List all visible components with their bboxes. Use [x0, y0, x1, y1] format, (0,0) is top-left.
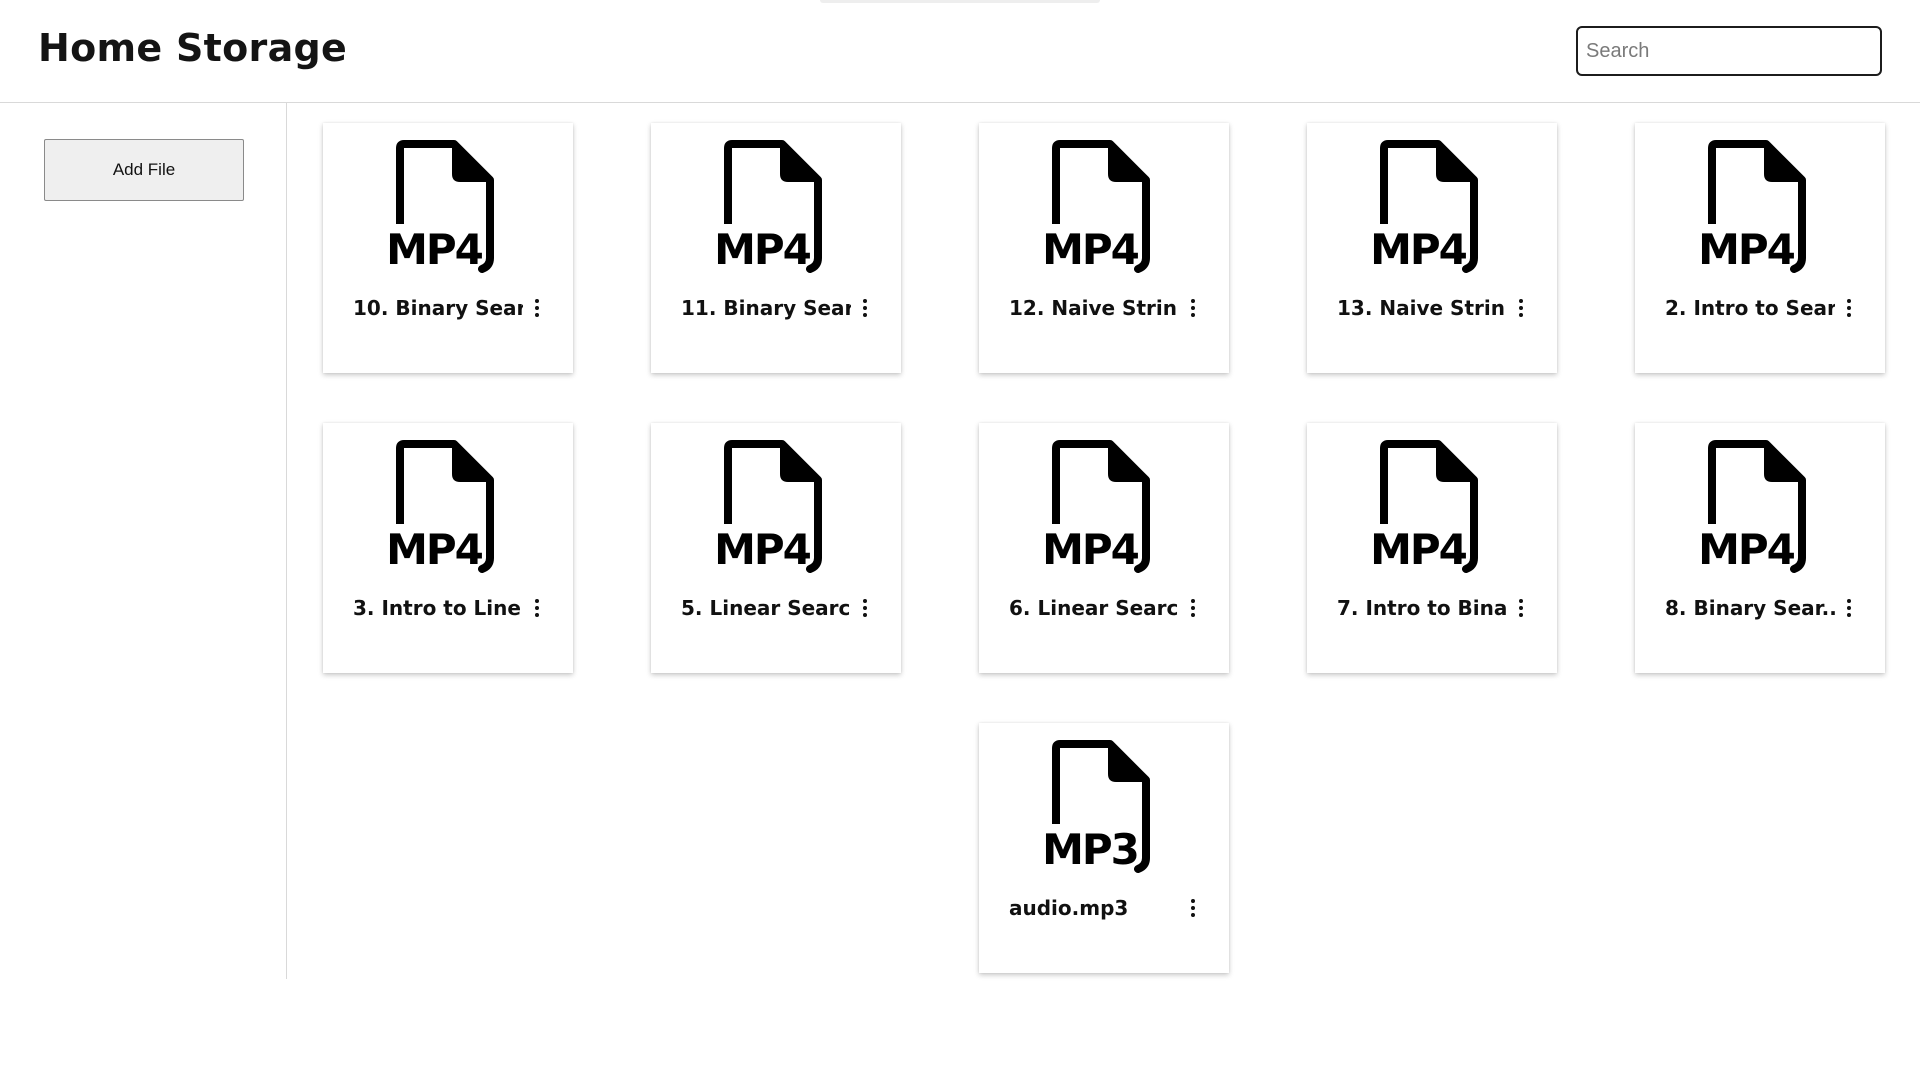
search-input[interactable]: [1576, 26, 1882, 76]
more-vertical-icon[interactable]: [1187, 296, 1199, 320]
file-type-label: MP4: [1698, 525, 1795, 574]
header: Home Storage: [0, 0, 1920, 103]
file-card[interactable]: MP4 2. Intro to Sear...: [1635, 123, 1885, 373]
more-vertical-icon[interactable]: [1843, 596, 1855, 620]
more-vertical-icon[interactable]: [1187, 596, 1199, 620]
file-name: 2. Intro to Sear...: [1665, 296, 1835, 320]
file-card[interactable]: MP4 6. Linear Searc...: [979, 423, 1229, 673]
more-vertical-icon[interactable]: [859, 296, 871, 320]
file-icon: MP4: [1690, 140, 1830, 280]
file-name: 3. Intro to Line...: [353, 596, 523, 620]
file-icon: MP3: [1034, 740, 1174, 880]
file-icon: MP4: [1034, 440, 1174, 580]
file-type-label: MP4: [714, 225, 811, 274]
top-notch: [820, 0, 1100, 3]
file-name: 12. Naive Strin...: [1009, 296, 1179, 320]
file-grid: MP4 10. Binary Sear... MP4 11. Binary Se…: [0, 0, 1920, 1080]
file-type-label: MP4: [1042, 525, 1139, 574]
file-name: 13. Naive Strin...: [1337, 296, 1507, 320]
file-card[interactable]: MP4 13. Naive Strin...: [1307, 123, 1557, 373]
file-type-label: MP4: [386, 225, 483, 274]
file-type-label: MP3: [1042, 825, 1138, 874]
page-title: Home Storage: [38, 26, 348, 70]
more-vertical-icon[interactable]: [531, 596, 543, 620]
file-type-label: MP4: [1370, 225, 1467, 274]
file-icon: MP4: [1362, 140, 1502, 280]
file-icon: MP4: [706, 440, 846, 580]
file-card[interactable]: MP4 10. Binary Sear...: [323, 123, 573, 373]
add-file-button[interactable]: Add File: [44, 139, 244, 201]
file-icon: MP4: [378, 440, 518, 580]
file-card[interactable]: MP3 audio.mp3: [979, 723, 1229, 973]
file-card[interactable]: MP4 7. Intro to Bina...: [1307, 423, 1557, 673]
file-card[interactable]: MP4 3. Intro to Line...: [323, 423, 573, 673]
file-icon: MP4: [1690, 440, 1830, 580]
file-type-label: MP4: [1042, 225, 1139, 274]
file-name: 6. Linear Searc...: [1009, 596, 1179, 620]
file-type-label: MP4: [1698, 225, 1795, 274]
more-vertical-icon[interactable]: [859, 596, 871, 620]
sidebar: Add File: [0, 103, 287, 979]
file-type-label: MP4: [1370, 525, 1467, 574]
file-card[interactable]: MP4 8. Binary Sear...: [1635, 423, 1885, 673]
more-vertical-icon[interactable]: [1515, 296, 1527, 320]
file-type-label: MP4: [386, 525, 483, 574]
file-icon: MP4: [1034, 140, 1174, 280]
more-vertical-icon[interactable]: [531, 296, 543, 320]
file-card[interactable]: MP4 5. Linear Searc...: [651, 423, 901, 673]
file-icon: MP4: [1362, 440, 1502, 580]
more-vertical-icon[interactable]: [1187, 896, 1199, 920]
file-type-label: MP4: [714, 525, 811, 574]
file-icon: MP4: [378, 140, 518, 280]
file-name: 10. Binary Sear...: [353, 296, 523, 320]
more-vertical-icon[interactable]: [1515, 596, 1527, 620]
file-icon: MP4: [706, 140, 846, 280]
file-name: 8. Binary Sear...: [1665, 596, 1835, 620]
file-name: 11. Binary Sear...: [681, 296, 851, 320]
file-card[interactable]: MP4 12. Naive Strin...: [979, 123, 1229, 373]
file-name: 5. Linear Searc...: [681, 596, 851, 620]
file-name: 7. Intro to Bina...: [1337, 596, 1507, 620]
more-vertical-icon[interactable]: [1843, 296, 1855, 320]
file-card[interactable]: MP4 11. Binary Sear...: [651, 123, 901, 373]
file-name: audio.mp3: [1009, 896, 1129, 920]
